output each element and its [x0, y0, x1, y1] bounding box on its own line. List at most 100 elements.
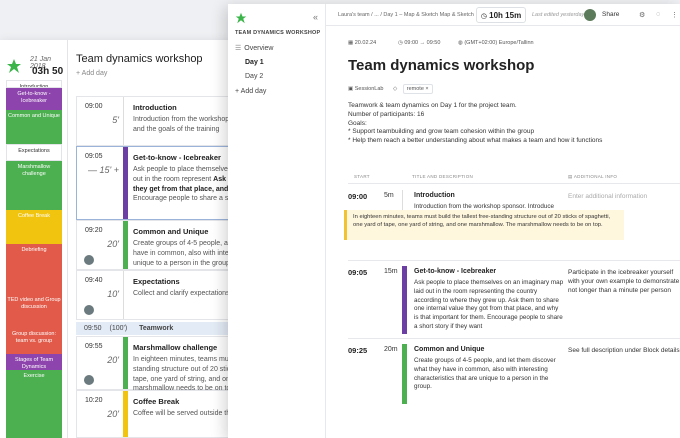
- sessionlab-logo-icon: [7, 59, 21, 73]
- share-button[interactable]: Share: [602, 11, 619, 18]
- timeline-strip[interactable]: TED video and Group discussion: [6, 294, 62, 328]
- list-icon: ☰: [235, 45, 242, 52]
- meta-time: ◷ 09:00 → 09:50: [398, 40, 441, 46]
- block-title[interactable]: Introduction: [133, 103, 177, 112]
- timeline-strip[interactable]: Group discussion: team vs. group: [6, 328, 62, 354]
- add-day-button[interactable]: + Add day: [76, 70, 107, 77]
- more-icon[interactable]: ⋮: [671, 11, 678, 19]
- row-additional-info[interactable]: Participate in the icebreaker yourself w…: [568, 268, 680, 295]
- column-title: TITLE AND DESCRIPTION: [412, 174, 474, 179]
- avatar[interactable]: [84, 255, 94, 265]
- group-duration: (100'): [109, 325, 128, 332]
- tag-remote[interactable]: remote ×: [402, 84, 433, 94]
- facilitator-note: In eighteen minutes, teams must build th…: [344, 210, 624, 240]
- row-start-time: 09:25: [348, 346, 368, 355]
- meta-date: ▦ 20.02.24: [348, 40, 377, 46]
- block-duration[interactable]: 20': [81, 409, 119, 419]
- agenda-preview-window: « TEAM DYNAMICS WORKSHOP ☰ Overview Day 1…: [228, 4, 680, 438]
- timeline-strip[interactable]: Debriefing: [6, 244, 62, 294]
- row-additional-info[interactable]: See full description under Block details: [568, 346, 680, 355]
- timeline-strip[interactable]: Get-to-know - Icebreaker: [6, 88, 62, 110]
- row-duration: 5m: [384, 192, 394, 199]
- block-time: 09:00: [85, 103, 103, 110]
- org-name: SessionLab: [354, 86, 384, 92]
- nav-add-day[interactable]: + Add day: [235, 88, 266, 95]
- row-title: Get-to-know - Icebreaker: [414, 268, 497, 275]
- timeline-strip[interactable]: Coffee Break: [6, 210, 62, 244]
- tag-icon: ◇: [393, 86, 398, 92]
- block-color-bar: [123, 97, 128, 145]
- divider: [348, 183, 680, 184]
- nav-overview[interactable]: ☰ Overview: [235, 44, 273, 52]
- globe-icon: ◍: [458, 40, 463, 46]
- settings-icon[interactable]: ⚙: [639, 11, 645, 19]
- preview-content: ▦ 20.02.24 ◷ 09:00 → 09:50 ◍ (GMT+02:00)…: [326, 26, 680, 438]
- block-title[interactable]: Coffee Break: [133, 397, 179, 406]
- block-duration[interactable]: — 15' +: [81, 165, 119, 175]
- sessionlab-logo-icon: [235, 12, 247, 24]
- timeline-strip[interactable]: Introduction: [6, 80, 62, 88]
- block-title[interactable]: Get-to-know - Icebreaker: [133, 153, 221, 162]
- timeline-strip[interactable]: Expectations: [6, 144, 62, 161]
- org-icon: ▣: [348, 86, 354, 92]
- timeline-strip[interactable]: Common and Unique: [6, 110, 62, 144]
- block-title[interactable]: Marshmallow challenge: [133, 343, 217, 352]
- block-duration[interactable]: 10': [81, 289, 119, 299]
- timeline-sidebar: 21 Jan 2018 03h 50 Introduction Get-to-kn…: [0, 40, 68, 438]
- nav-day-2[interactable]: Day 2: [245, 73, 263, 80]
- row-title: Introduction: [414, 192, 455, 199]
- timer-button[interactable]: ◷ 10h 15m: [476, 7, 526, 23]
- group-name: Teamwork: [139, 325, 174, 332]
- column-info: ▤ ADDITIONAL INFO: [568, 174, 618, 179]
- workshop-name: TEAM DYNAMICS WORKSHOP: [235, 30, 321, 36]
- block-color-bar: [123, 391, 128, 437]
- nav-day-1[interactable]: Day 1: [245, 59, 264, 66]
- block-color-bar: [123, 147, 128, 219]
- block-color-bar: [123, 221, 128, 269]
- agenda-total-time: 03h 50: [32, 66, 64, 77]
- block-time: 09:40: [85, 277, 103, 284]
- agenda-title[interactable]: Team dynamics workshop: [76, 53, 203, 65]
- block-duration[interactable]: 5': [81, 115, 119, 125]
- block-color-bar: [123, 271, 128, 319]
- row-duration: 20m: [384, 346, 398, 353]
- clock-icon: ◷: [480, 13, 487, 20]
- row-duration: 15m: [384, 268, 398, 275]
- workshop-description: Teamwork & team dynamics on Day 1 for th…: [348, 102, 603, 145]
- preview-toolbar: Laura's team / ... / Day 1 – Map & Sketc…: [326, 4, 680, 26]
- calendar-icon: ▦: [348, 40, 354, 46]
- page-title: Team dynamics workshop: [348, 57, 535, 74]
- row-start-time: 09:05: [348, 268, 368, 277]
- row-start-time: 09:00: [348, 192, 368, 201]
- comment-icon[interactable]: ◌: [656, 11, 660, 18]
- avatar[interactable]: [84, 305, 94, 315]
- divider: [348, 338, 680, 339]
- last-edited: Last edited yesterday: [532, 12, 585, 18]
- block-title[interactable]: Expectations: [133, 277, 180, 286]
- collapse-sidebar-icon[interactable]: «: [313, 12, 318, 22]
- row-color-bar: [402, 266, 407, 334]
- block-time: 09:55: [85, 343, 103, 350]
- timeline-strip[interactable]: Stages of Team Dynamics: [6, 354, 62, 370]
- avatar[interactable]: [84, 375, 94, 385]
- divider: [348, 260, 680, 261]
- block-duration[interactable]: 20': [81, 355, 119, 365]
- avatar[interactable]: [584, 9, 596, 21]
- row-title: Common and Unique: [414, 346, 485, 353]
- row-color-bar: [402, 344, 407, 404]
- tags: ▣ SessionLab ◇ remote ×: [348, 84, 433, 94]
- preview-sidebar: « TEAM DYNAMICS WORKSHOP ☰ Overview Day 1…: [228, 4, 326, 438]
- screen: 21 Jan 2018 03h 50 Introduction Get-to-kn…: [0, 0, 680, 438]
- group-time: 09:50: [84, 325, 102, 332]
- meta-timezone: ◍ (GMT+02:00) Europe/Tallinn: [458, 40, 534, 46]
- breadcrumb[interactable]: Laura's team / ... / Day 1 – Map & Sketc…: [338, 12, 474, 18]
- block-time: 09:05: [85, 153, 103, 160]
- timeline-strip[interactable]: Marshmallow challenge: [6, 161, 62, 210]
- block-color-bar: [123, 337, 128, 389]
- row-additional-info[interactable]: Enter additional information: [568, 192, 680, 201]
- block-time: 10:20: [85, 397, 103, 404]
- block-title[interactable]: Common and Unique: [133, 227, 208, 236]
- block-duration[interactable]: 20': [81, 239, 119, 249]
- timeline-strip[interactable]: Exercise: [6, 370, 62, 438]
- block-time: 09:20: [85, 227, 103, 234]
